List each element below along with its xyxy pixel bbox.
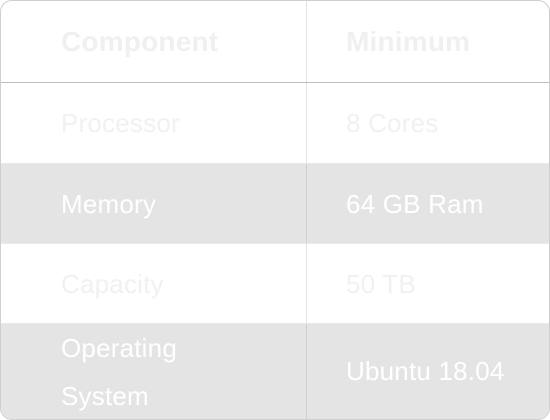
component-cell: Operating System	[1, 324, 307, 419]
table-row: Capacity 50 TB	[1, 244, 549, 324]
header-minimum: Minimum	[346, 25, 471, 57]
table-row: Operating System Ubuntu 18.04	[1, 324, 549, 419]
minimum-cell: 8 Cores	[346, 108, 439, 138]
minimum-cell: 50 TB	[346, 268, 416, 299]
header-component: Component	[1, 1, 307, 82]
minimum-cell: 64 GB Ram	[346, 188, 484, 219]
component-cell: Memory	[1, 164, 307, 244]
table-row: Memory 64 GB Ram	[1, 164, 549, 244]
component-cell: Processor	[1, 83, 307, 164]
minimum-cell: Ubuntu 18.04	[346, 356, 505, 386]
requirements-table: Component Minimum Processor 8 Cores Memo…	[0, 0, 550, 420]
component-cell: Capacity	[1, 244, 307, 324]
table-header-row: Component Minimum	[1, 1, 549, 83]
table-row: Processor 8 Cores	[1, 83, 549, 164]
